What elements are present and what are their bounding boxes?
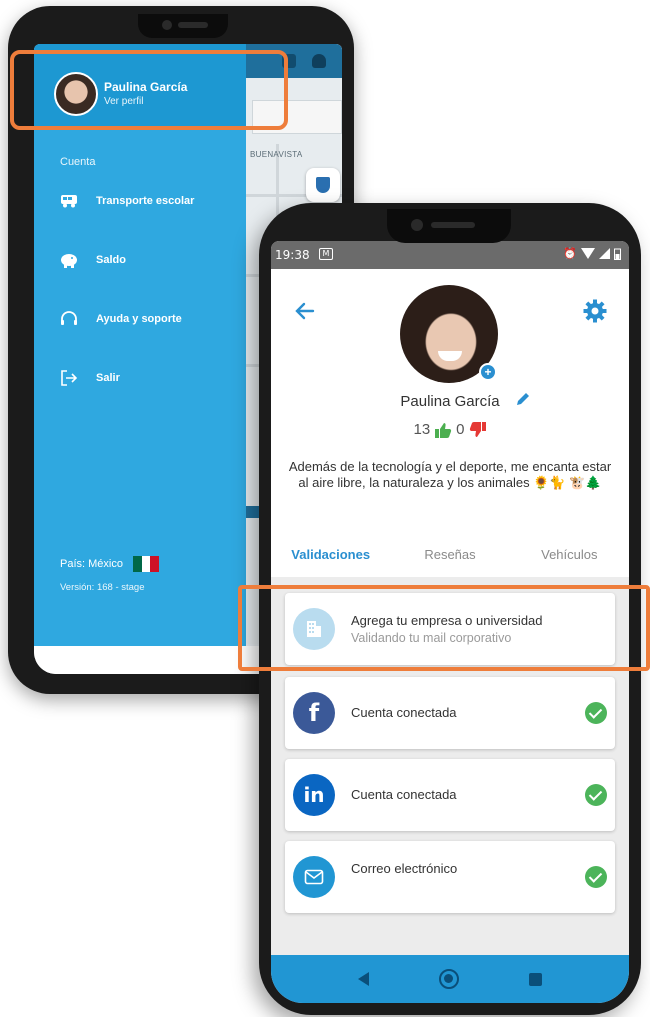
status-icons: ⏰ bbox=[563, 247, 621, 260]
country-selector[interactable]: País: México bbox=[60, 556, 159, 572]
drawer-item-label: Saldo bbox=[96, 254, 126, 266]
ratings-row: 13 0 bbox=[271, 421, 629, 438]
composite-stage: BUENAVISTA Paulina García Ver perfil Cue… bbox=[0, 0, 650, 1017]
piggy-bank-icon bbox=[60, 251, 78, 269]
back-phone-notch bbox=[138, 14, 228, 38]
mail-icon bbox=[293, 856, 335, 898]
facebook-card[interactable]: f Cuenta conectada bbox=[285, 677, 615, 749]
front-phone-notch bbox=[387, 209, 511, 243]
profile-tabs: Validaciones Reseñas Vehículos bbox=[271, 537, 629, 577]
profile-header: + Paulina García 13 0 Además de la tecno… bbox=[271, 269, 629, 577]
thumbs-up-icon bbox=[435, 422, 452, 438]
security-shield-button[interactable] bbox=[306, 168, 340, 202]
signal-icon bbox=[599, 248, 610, 259]
profile-name: Paulina García bbox=[400, 393, 500, 410]
status-bar: 19:38 M ⏰ bbox=[271, 241, 629, 269]
mexico-flag-icon bbox=[132, 556, 159, 572]
drawer-item-logout[interactable]: Salir bbox=[60, 367, 120, 389]
support-headset-icon bbox=[60, 310, 78, 328]
drawer-section-label: Cuenta bbox=[60, 156, 96, 168]
nav-home-icon[interactable] bbox=[439, 969, 459, 989]
message-notification-icon: M bbox=[319, 248, 333, 260]
linkedin-status: Cuenta conectada bbox=[351, 787, 457, 802]
thumbs-down-icon bbox=[469, 421, 486, 437]
android-nav-bar bbox=[271, 955, 629, 1003]
country-label: País: México bbox=[60, 558, 123, 570]
notification-bell-icon[interactable] bbox=[312, 54, 326, 68]
navigation-drawer: Paulina García Ver perfil Cuenta Transpo… bbox=[34, 44, 246, 646]
nav-recents-icon[interactable] bbox=[529, 972, 542, 986]
drawer-item-balance[interactable]: Saldo bbox=[60, 249, 126, 271]
battery-icon bbox=[614, 248, 621, 260]
email-title: Correo electrónico bbox=[351, 861, 458, 876]
check-icon bbox=[585, 866, 607, 888]
bus-icon bbox=[60, 192, 78, 210]
linkedin-icon: in bbox=[293, 774, 335, 816]
logout-icon bbox=[60, 369, 78, 387]
check-icon bbox=[585, 784, 607, 806]
facebook-icon: f bbox=[293, 692, 335, 734]
profile-highlight-box bbox=[10, 50, 288, 130]
drawer-item-label: Transporte escolar bbox=[96, 195, 195, 207]
email-card[interactable]: Correo electrónico bbox=[285, 841, 615, 913]
drawer-item-help-support[interactable]: Ayuda y soporte bbox=[60, 308, 182, 330]
tab-vehiculos[interactable]: Vehículos bbox=[510, 537, 629, 577]
edit-pencil-icon[interactable] bbox=[515, 391, 531, 407]
alarm-icon: ⏰ bbox=[563, 247, 577, 260]
add-photo-button[interactable]: + bbox=[479, 363, 497, 381]
back-arrow-icon[interactable] bbox=[293, 299, 317, 323]
dislikes-count: 0 bbox=[456, 421, 465, 438]
company-highlight-box bbox=[238, 585, 650, 671]
map-street-label: BUENAVISTA bbox=[250, 150, 303, 159]
tab-resenas[interactable]: Reseñas bbox=[390, 537, 509, 577]
likes-count: 13 bbox=[413, 421, 431, 438]
app-version: Versión: 168 - stage bbox=[60, 582, 145, 593]
tab-validaciones[interactable]: Validaciones bbox=[271, 537, 390, 577]
facebook-status: Cuenta conectada bbox=[351, 705, 457, 720]
profile-bio: Además de la tecnología y el deporte, me… bbox=[288, 459, 612, 490]
drawer-item-school-transport[interactable]: Transporte escolar bbox=[60, 190, 194, 212]
gear-icon[interactable] bbox=[583, 299, 607, 323]
nav-back-icon[interactable] bbox=[358, 972, 369, 986]
status-time: 19:38 bbox=[275, 248, 310, 262]
wifi-icon bbox=[581, 248, 595, 259]
check-icon bbox=[585, 702, 607, 724]
drawer-item-label: Salir bbox=[96, 372, 120, 384]
linkedin-card[interactable]: in Cuenta conectada bbox=[285, 759, 615, 831]
drawer-item-label: Ayuda y soporte bbox=[96, 313, 182, 325]
